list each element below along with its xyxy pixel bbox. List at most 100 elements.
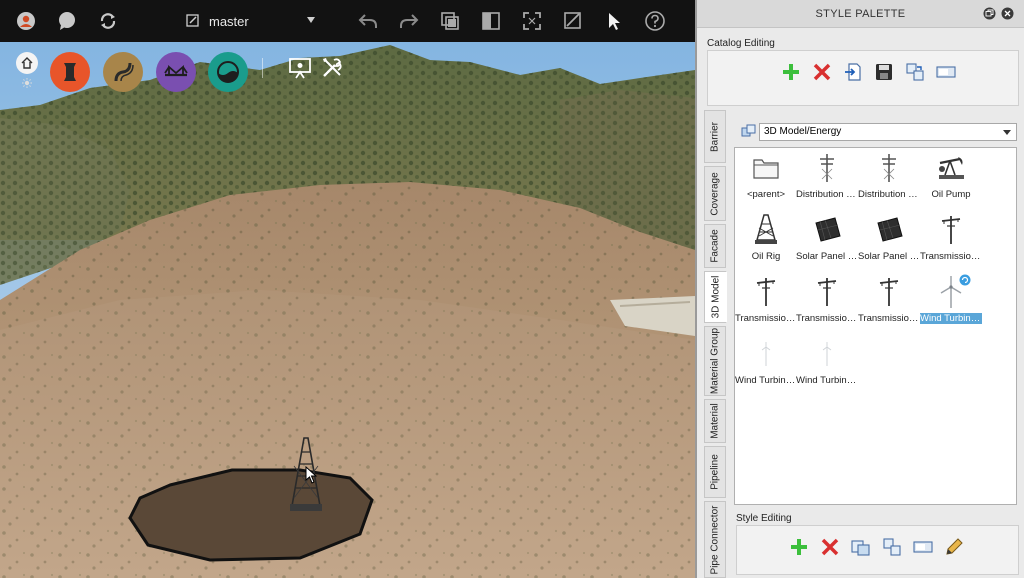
tab-material[interactable]: Material <box>704 399 726 443</box>
style-copy-button[interactable] <box>881 536 903 558</box>
water-tool-button[interactable] <box>208 52 248 92</box>
water-body-icon <box>217 61 239 83</box>
catalog-item[interactable]: Solar Panel - ... <box>796 212 858 270</box>
catalog-item[interactable]: Wind Turbine ... <box>920 274 982 332</box>
catalog-item-label: <parent> <box>746 189 786 200</box>
catalog-save-button[interactable] <box>873 61 895 83</box>
catalog-copy-button[interactable] <box>904 61 926 83</box>
bridge-icon <box>164 65 188 77</box>
style-duplicate-button[interactable] <box>850 536 872 558</box>
catalog-tree-icon[interactable] <box>741 124 756 139</box>
measure-button[interactable] <box>559 7 587 35</box>
copy-styles-icon <box>883 538 901 556</box>
catalog-rename-button[interactable] <box>935 61 957 83</box>
mouse-cursor-icon <box>305 466 317 484</box>
catalog-item[interactable]: <parent> <box>735 150 797 208</box>
style-item-grid[interactable]: <parent> Distribution P... Distribution P.… <box>734 147 1017 505</box>
split-view-button[interactable] <box>477 7 505 35</box>
rename-field-icon <box>936 66 956 78</box>
restore-window-icon[interactable] <box>983 7 996 20</box>
solar-panel-icon <box>811 214 843 246</box>
select-tool-button[interactable] <box>600 7 628 35</box>
catalog-item[interactable]: Oil Pump <box>920 150 982 208</box>
sun-icon[interactable] <box>22 78 32 88</box>
home-icon <box>21 57 33 69</box>
catalog-item[interactable]: Oil Rig <box>735 212 797 270</box>
tab-label: Material <box>709 403 721 439</box>
catalog-item[interactable]: Distribution P... <box>796 150 858 208</box>
catalog-item[interactable]: Transmission ... <box>796 274 858 332</box>
top-toolbar: master <box>0 0 695 42</box>
tab-label: Material Group <box>709 327 721 395</box>
app-window: master STYLE PALETTE Catalog Editing Bar… <box>0 0 1024 578</box>
catalog-path-dropdown[interactable]: 3D Model/Energy <box>759 123 1017 141</box>
tab-label: Pipe Connector <box>709 505 721 574</box>
wrench-screwdriver-icon <box>323 58 342 77</box>
sync-button[interactable] <box>94 7 122 35</box>
style-rename-button[interactable] <box>912 536 934 558</box>
redo-icon <box>400 14 419 28</box>
catalog-item-label: Wind Turbine ... <box>920 313 982 324</box>
tab-facade[interactable]: Facade <box>704 224 726 268</box>
overlay-separator <box>262 58 263 78</box>
delete-x-icon <box>821 538 839 556</box>
redo-button[interactable] <box>395 7 423 35</box>
catalog-item-label: Wind Turbine ... <box>796 375 858 386</box>
layers-button[interactable] <box>436 7 464 35</box>
road-tool-button[interactable] <box>50 52 90 92</box>
fullscreen-button[interactable] <box>518 7 546 35</box>
oil-pump-icon <box>935 152 967 184</box>
catalog-editing-toolbar <box>707 50 1019 106</box>
catalog-add-button[interactable] <box>780 61 802 83</box>
chevron-down-icon <box>307 17 315 23</box>
undo-icon <box>358 14 377 28</box>
tools-button[interactable] <box>318 54 346 82</box>
solar-panel-icon <box>873 214 905 246</box>
tab-pipeline[interactable]: Pipeline <box>704 446 726 498</box>
undo-button[interactable] <box>354 7 382 35</box>
split-view-icon <box>482 12 500 30</box>
comments-button[interactable] <box>53 7 81 35</box>
terrain-scene[interactable] <box>0 0 695 578</box>
wind-turbine-icon <box>750 338 782 370</box>
tab-material-group[interactable]: Material Group <box>704 326 726 396</box>
catalog-item[interactable]: Transmission ... <box>858 274 920 332</box>
catalog-item[interactable]: Solar Panel - ... <box>858 212 920 270</box>
transmission-tower-icon <box>935 214 967 246</box>
style-edit-button[interactable] <box>943 536 965 558</box>
transmission-tower-icon <box>873 276 905 308</box>
rename-field-icon <box>913 541 933 553</box>
catalog-item[interactable]: Distribution P... <box>858 150 920 208</box>
tab-pipe-connector[interactable]: Pipe Connector <box>704 501 726 578</box>
terrain-tool-button[interactable] <box>103 52 143 92</box>
bridge-tool-button[interactable] <box>156 52 196 92</box>
transmission-tower-icon <box>750 276 782 308</box>
style-add-button[interactable] <box>788 536 810 558</box>
catalog-item[interactable]: Transmission ... <box>735 274 797 332</box>
pencil-icon <box>946 538 963 555</box>
catalog-editing-label: Catalog Editing <box>707 38 775 49</box>
account-button[interactable] <box>12 7 40 35</box>
tab-barrier[interactable]: Barrier <box>704 110 726 163</box>
branch-edit-icon <box>186 14 199 27</box>
style-delete-button[interactable] <box>819 536 841 558</box>
tab-3d-model[interactable]: 3D Model <box>704 271 727 323</box>
catalog-delete-button[interactable] <box>811 61 833 83</box>
tab-coverage[interactable]: Coverage <box>704 166 726 221</box>
branch-name: master <box>209 13 249 29</box>
catalog-item[interactable]: Wind Turbine ... <box>735 336 797 394</box>
catalog-import-button[interactable] <box>842 61 864 83</box>
layers-icon <box>441 12 459 30</box>
close-icon[interactable] <box>1001 7 1014 20</box>
category-tab-strip: Barrier Coverage Facade 3D Model Material Gr… <box>704 110 727 578</box>
catalog-item[interactable]: Transmission ... <box>920 212 982 270</box>
branch-selector[interactable]: master <box>186 9 318 33</box>
3d-viewport[interactable]: master <box>0 0 695 578</box>
help-button[interactable] <box>641 7 669 35</box>
home-view-button[interactable] <box>16 52 38 74</box>
transmission-tower-icon <box>811 276 843 308</box>
catalog-item[interactable]: Wind Turbine ... <box>796 336 858 394</box>
tab-label: Facade <box>709 229 721 263</box>
save-icon <box>876 64 892 80</box>
presentation-button[interactable] <box>286 54 314 82</box>
